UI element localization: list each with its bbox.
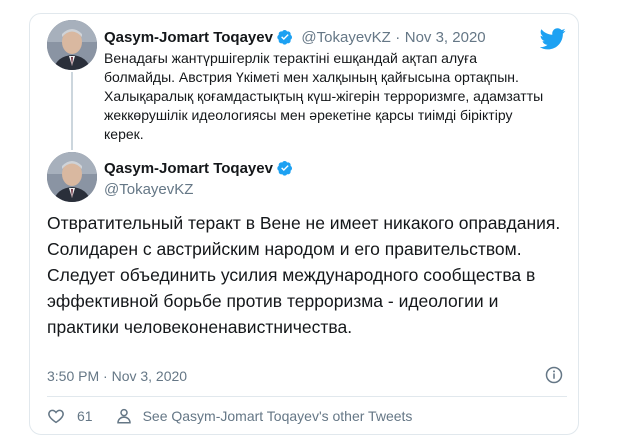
tweet-actions: 61 See Qasym-Jomart Toqayev's other Twee… (47, 406, 412, 426)
author-handle[interactable]: @TokayevKZ (104, 181, 193, 199)
verified-badge-icon (277, 30, 292, 45)
thread-connector (71, 72, 73, 150)
divider (47, 396, 567, 397)
author-handle[interactable]: @TokayevKZ (301, 29, 390, 46)
verified-badge-icon (277, 161, 292, 176)
avatar-portrait-icon (47, 152, 97, 202)
heart-icon[interactable] (47, 407, 65, 425)
header-separator: · (395, 29, 401, 46)
author-name[interactable]: Qasym-Jomart Toqayev (104, 29, 273, 46)
twitter-bird-icon[interactable] (540, 28, 566, 50)
tweet-timestamp[interactable]: 3:50 PM · Nov 3, 2020 (47, 368, 187, 384)
avatar-portrait-icon (47, 20, 97, 70)
tweet-date[interactable]: Nov 3, 2020 (405, 29, 486, 46)
tweet-text: Отвратительный теракт в Вене не имеет ни… (47, 213, 561, 337)
person-icon[interactable] (115, 407, 133, 425)
quoted-tweet-header: Qasym-Jomart Toqayev @TokayevKZ · Nov 3,… (104, 29, 486, 47)
quoted-tweet-text: Венадағы жантүршігерлік терактіні ешқанд… (104, 50, 544, 142)
author-name[interactable]: Qasym-Jomart Toqayev (104, 160, 273, 177)
main-tweet-author: Qasym-Jomart Toqayev (104, 160, 293, 178)
avatar[interactable] (47, 20, 97, 70)
avatar[interactable] (47, 152, 97, 202)
info-icon[interactable] (545, 366, 563, 384)
other-tweets-link[interactable]: See Qasym-Jomart Toqayev's other Tweets (143, 408, 413, 424)
like-count[interactable]: 61 (77, 408, 93, 424)
